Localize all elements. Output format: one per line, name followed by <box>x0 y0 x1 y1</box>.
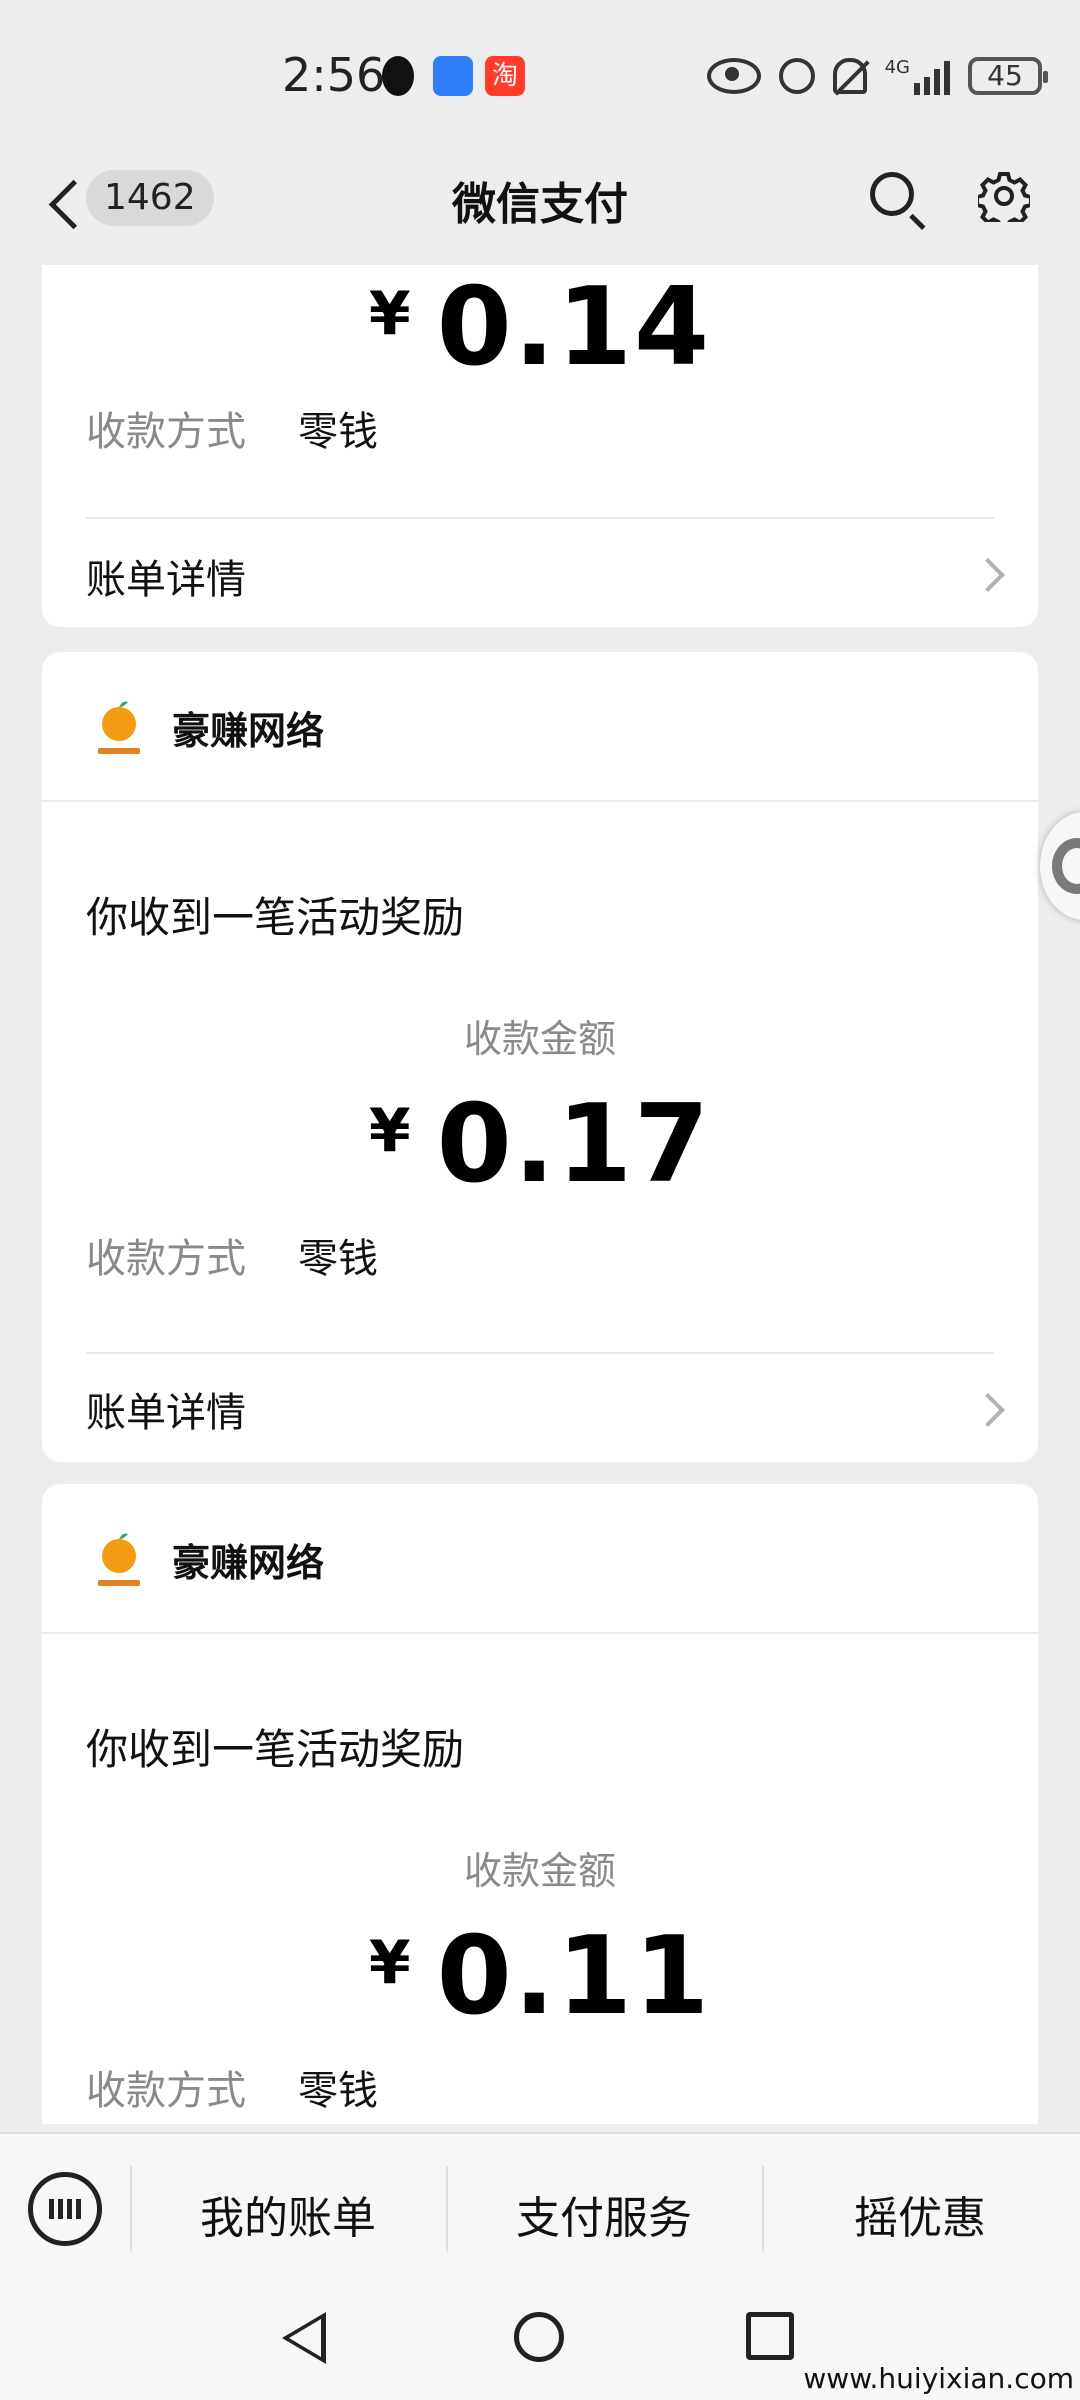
notification-headline: 你收到一笔活动奖励 <box>86 1725 465 1774</box>
menu-shake-offers[interactable]: 摇优惠 <box>762 2182 1078 2246</box>
eye-icon <box>706 58 761 94</box>
search-icon[interactable] <box>870 172 914 216</box>
bill-detail-link[interactable]: 账单详情 <box>86 547 246 605</box>
bill-detail-link[interactable]: 账单详情 <box>86 1380 246 1438</box>
merchant-header[interactable]: 豪赚网络 <box>42 652 1038 802</box>
amount-value: 0.14 <box>436 265 712 390</box>
currency-symbol: ¥ <box>368 1928 411 1998</box>
divider <box>86 1352 994 1354</box>
amount-display: ¥0.17 <box>42 1082 1038 1207</box>
divider <box>86 517 994 519</box>
signal-icon: 4G <box>885 57 950 95</box>
chevron-right-icon[interactable] <box>971 558 1005 592</box>
watermark: www.huiyixian.com <box>803 2362 1074 2395</box>
amount-value: 0.17 <box>436 1082 712 1207</box>
method-value: 零钱 <box>298 1236 378 1282</box>
nav-home-icon[interactable] <box>514 2312 564 2362</box>
method-label: 收款方式 <box>86 1236 246 1282</box>
taobao-icon: 淘 <box>485 56 525 96</box>
battery-icon: 45 <box>968 57 1048 95</box>
mute-bell-icon <box>832 58 867 94</box>
method-value: 零钱 <box>298 2068 378 2114</box>
floating-window-icon[interactable] <box>1040 812 1080 920</box>
merchant-name: 豪赚网络 <box>172 709 325 753</box>
chevron-right-icon[interactable] <box>971 1393 1005 1427</box>
nav-back-icon[interactable] <box>282 2312 326 2364</box>
amount-label: 收款金额 <box>463 1849 616 1893</box>
menu-payment-services[interactable]: 支付服务 <box>446 2182 762 2246</box>
status-bar: 2:56 淘 4G 45 <box>0 0 1080 150</box>
notification-headline: 你收到一笔活动奖励 <box>86 893 465 942</box>
payment-card: 豪赚网络 你收到一笔活动奖励 收款金额 ¥0.17 收款方式 零钱 账单详情 <box>42 652 1038 1462</box>
amount-display: ¥0.11 <box>42 1914 1038 2039</box>
amount-label: 收款金额 <box>463 1017 616 1061</box>
payment-card: 豪赚网络 你收到一笔活动奖励 收款金额 ¥0.11 收款方式 零钱 <box>42 1484 1038 2124</box>
chat-header: 1462 微信支付 <box>0 150 1080 265</box>
status-time: 2:56 <box>282 48 386 102</box>
qq-icon <box>382 56 414 96</box>
merchant-logo-icon <box>98 1533 140 1586</box>
network-type: 4G <box>884 57 910 78</box>
shield-icon <box>433 56 473 96</box>
merchant-logo-icon <box>98 701 140 754</box>
bottom-menu-bar: 我的账单 支付服务 摇优惠 <box>0 2132 1080 2284</box>
currency-symbol: ¥ <box>368 279 411 349</box>
amount-display: ¥0.14 <box>42 265 1038 390</box>
payment-card-partial: ¥0.14 收款方式 零钱 账单详情 <box>42 265 1038 627</box>
method-label: 收款方式 <box>86 409 246 455</box>
menu-my-bills[interactable]: 我的账单 <box>130 2182 446 2246</box>
currency-symbol: ¥ <box>368 1096 411 1166</box>
nav-recents-icon[interactable] <box>746 2312 794 2360</box>
gear-icon[interactable] <box>978 170 1030 222</box>
method-value: 零钱 <box>298 409 378 455</box>
status-icons: 4G 45 <box>706 52 1048 100</box>
alarm-icon <box>778 58 815 94</box>
merchant-name: 豪赚网络 <box>172 1541 325 1585</box>
keyboard-icon[interactable] <box>28 2172 102 2246</box>
method-label: 收款方式 <box>86 2068 246 2114</box>
merchant-header[interactable]: 豪赚网络 <box>42 1484 1038 1634</box>
amount-value: 0.11 <box>436 1914 712 2039</box>
